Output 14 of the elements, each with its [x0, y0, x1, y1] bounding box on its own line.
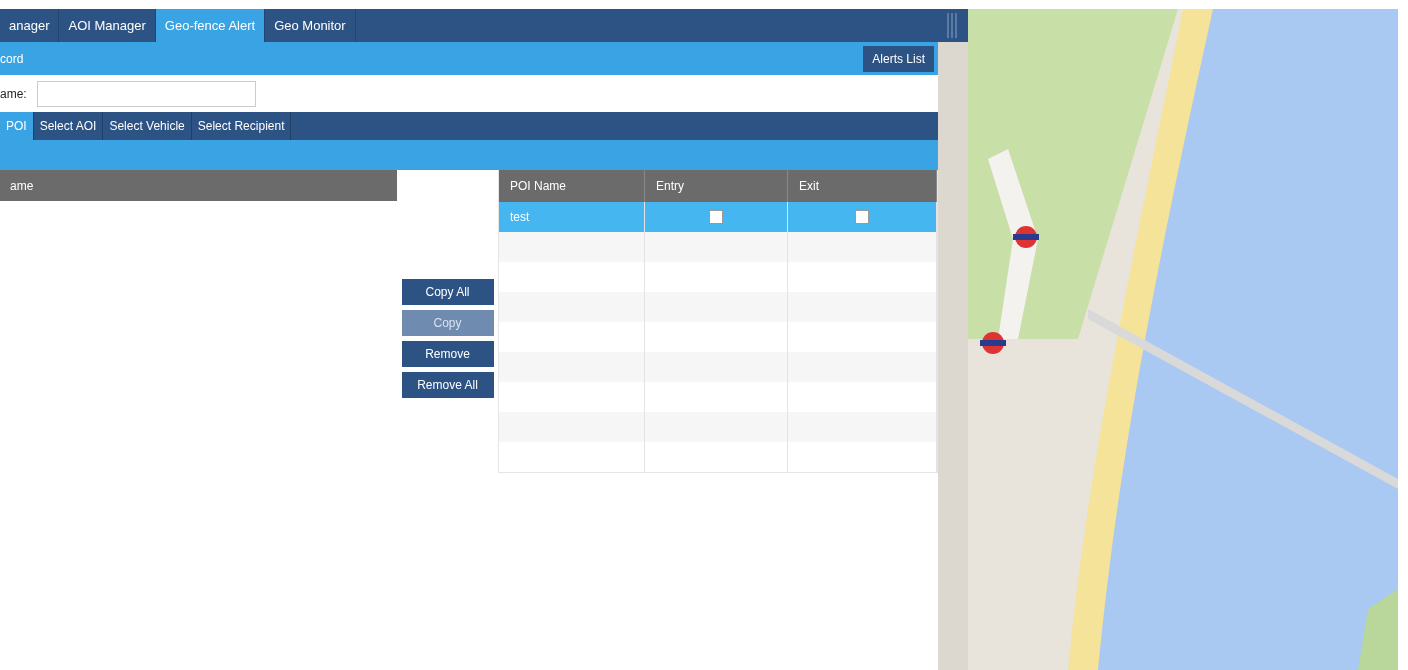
checkbox[interactable]: [855, 210, 869, 224]
column-header: ame: [0, 170, 397, 201]
table-cell: test: [499, 202, 645, 232]
checkbox[interactable]: [709, 210, 723, 224]
section-title: cord: [0, 50, 24, 68]
transfer-button[interactable]: Copy All: [401, 279, 494, 305]
transfer-button[interactable]: Remove: [401, 341, 494, 367]
transfer-button[interactable]: Remove All: [401, 372, 494, 398]
alerts-list-button[interactable]: Alerts List: [863, 45, 934, 72]
name-label: ame:: [0, 85, 27, 103]
column-header: Exit: [788, 170, 937, 202]
column-header: Entry: [645, 170, 788, 202]
column-header: POI Name: [499, 170, 645, 202]
name-input-field[interactable]: [36, 80, 256, 107]
